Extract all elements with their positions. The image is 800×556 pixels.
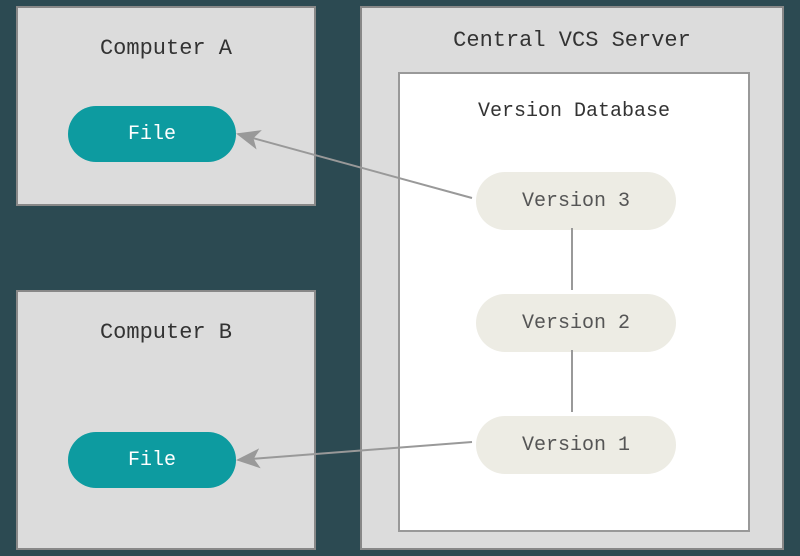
version-database-box: Version Database Version 3 Version 2 Ver…: [398, 72, 750, 532]
version-3-pill: Version 3: [476, 172, 676, 230]
computer-b-file-pill: File: [68, 432, 236, 488]
version-3-label: Version 3: [522, 190, 630, 213]
version-1-pill: Version 1: [476, 416, 676, 474]
computer-a-title: Computer A: [18, 8, 314, 61]
computer-a-file-label: File: [128, 123, 176, 146]
computer-b-file-label: File: [128, 449, 176, 472]
version-database-title: Version Database: [400, 74, 748, 123]
computer-b-title: Computer B: [18, 292, 314, 345]
version-2-label: Version 2: [522, 312, 630, 335]
computer-b-box: Computer B File: [16, 290, 316, 550]
server-title: Central VCS Server: [362, 8, 782, 53]
computer-a-file-pill: File: [68, 106, 236, 162]
version-1-label: Version 1: [522, 434, 630, 457]
version-2-pill: Version 2: [476, 294, 676, 352]
computer-a-box: Computer A File: [16, 6, 316, 206]
server-box: Central VCS Server Version Database Vers…: [360, 6, 784, 550]
